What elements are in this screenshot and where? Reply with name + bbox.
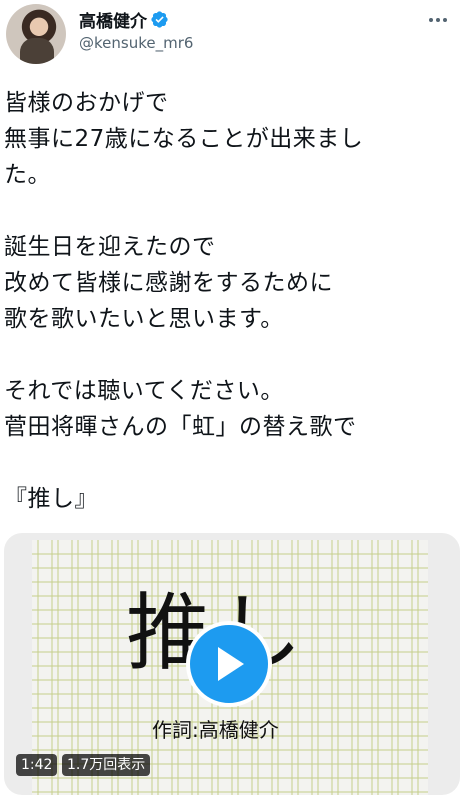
tweet-text: 皆様のおかげで 無事に27歳になることが出来まし た。 誕生日を迎えたので 改め… <box>4 90 364 512</box>
tweet-header: 高橋健介 @kensuke_mr6 <box>0 0 460 70</box>
verified-badge-icon <box>151 10 168 28</box>
view-count-badge: 1.7万回表示 <box>62 754 151 776</box>
video-credit-text: 作詞:高橋健介 <box>152 718 279 742</box>
display-name[interactable]: 高橋健介 <box>79 7 147 32</box>
play-icon <box>218 647 244 681</box>
avatar[interactable] <box>6 4 66 64</box>
more-dots-icon[interactable] <box>426 10 450 30</box>
video-duration-badge: 1:42 <box>16 754 58 776</box>
play-button[interactable] <box>186 621 272 707</box>
handle[interactable]: @kensuke_mr6 <box>79 34 193 52</box>
author-name-row[interactable]: 高橋健介 <box>79 7 169 32</box>
